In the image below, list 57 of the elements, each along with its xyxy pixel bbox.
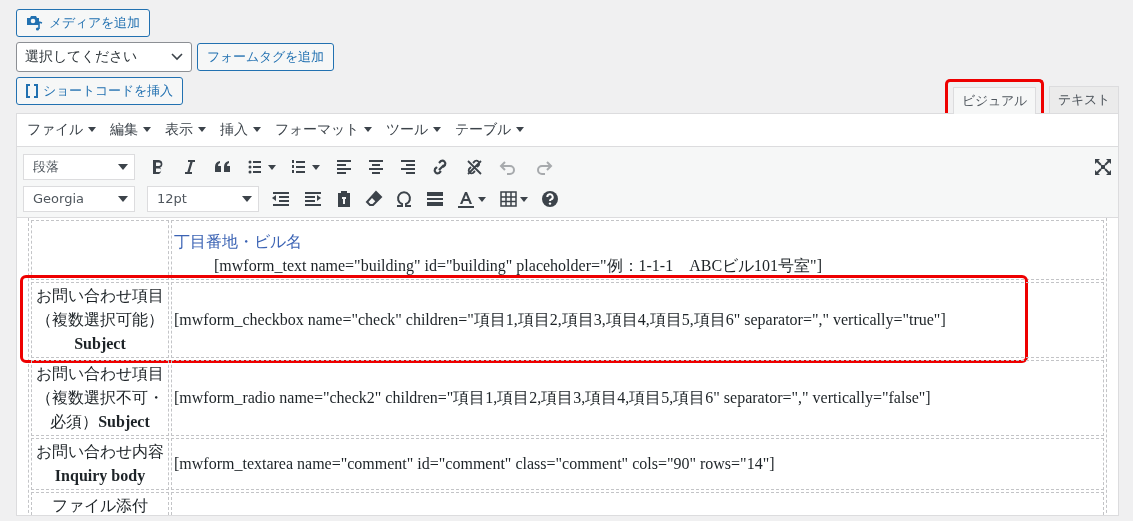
unlink-icon[interactable] bbox=[465, 157, 485, 176]
add-form-tag-button[interactable]: フォームタグを追加 bbox=[197, 43, 334, 71]
align-center-icon[interactable] bbox=[367, 157, 385, 176]
shortcode-text: [mwform_text name="building" id="building" placeholder="例：1-1-1 ABCビル101号室"] bbox=[213, 256, 823, 277]
menu-item[interactable]: 表示 bbox=[165, 121, 206, 139]
caret-icon bbox=[143, 127, 151, 133]
caret-icon bbox=[118, 195, 128, 202]
shortcode-text: [mwform_radio name="check2" children="項目1,項目2,項目3,項目4,項目5,項目6" separator="," vertically="false"] bbox=[174, 388, 932, 409]
shortcode-text: [mwform_checkbox name="check" children="項目1,項目2,項目3,項目4,項目5,項目6" separator="," vertically="true"] bbox=[174, 310, 947, 331]
media-icon bbox=[26, 15, 44, 31]
align-right-icon[interactable] bbox=[399, 157, 417, 176]
menu-item[interactable]: 挿入 bbox=[220, 121, 261, 139]
field-caption: 丁目番地・ビル名 bbox=[174, 232, 303, 252]
caret-icon bbox=[478, 196, 486, 202]
caret-icon bbox=[364, 127, 372, 133]
insert-shortcode-button[interactable]: ショートコードを挿入 bbox=[16, 77, 183, 105]
font-family-select[interactable]: Georgia bbox=[23, 185, 135, 212]
add-media-button[interactable]: メディアを追加 bbox=[16, 9, 150, 37]
caret-icon bbox=[268, 164, 276, 170]
help-icon[interactable] bbox=[541, 189, 559, 208]
caret-icon bbox=[312, 164, 320, 170]
font-size-select[interactable]: 12pt bbox=[147, 185, 259, 212]
field-label: お問い合わせ項目（複数選択不可・必須）Subject bbox=[36, 365, 164, 430]
caret-icon bbox=[118, 163, 128, 170]
eraser-icon[interactable] bbox=[365, 189, 383, 208]
menu-item[interactable]: テーブル bbox=[455, 121, 524, 139]
editor-tab[interactable]: ビジュアル bbox=[953, 87, 1036, 114]
horizontal-rule-icon[interactable] bbox=[425, 189, 445, 208]
field-label: お問い合わせ項目（複数選択可能）Subject bbox=[36, 287, 164, 352]
caret-icon bbox=[242, 195, 252, 202]
text-color-icon[interactable] bbox=[457, 189, 487, 208]
editor-tab[interactable]: テキスト bbox=[1049, 86, 1119, 113]
caret-icon bbox=[520, 196, 528, 202]
table-icon[interactable] bbox=[499, 189, 529, 208]
shortcode-text: [mwform_textarea name="comment" id="comment" class="comment" cols="90" rows="14"] bbox=[174, 454, 776, 474]
outdent-icon[interactable] bbox=[271, 189, 291, 208]
align-left-icon[interactable] bbox=[335, 157, 353, 176]
paragraph-format-select[interactable]: 段落 bbox=[23, 153, 135, 180]
menu-item[interactable]: フォーマット bbox=[275, 121, 372, 139]
numbered-list-icon[interactable] bbox=[291, 157, 321, 176]
clipboard-icon[interactable] bbox=[335, 189, 353, 208]
caret-icon bbox=[253, 127, 261, 133]
menu-item[interactable]: 編集 bbox=[110, 121, 151, 139]
menu-item[interactable]: ツール bbox=[386, 121, 441, 139]
caret-icon bbox=[516, 127, 524, 133]
omega-icon[interactable] bbox=[395, 189, 413, 208]
caret-icon bbox=[433, 127, 441, 133]
field-label: お問い合わせ内容Inquiry body bbox=[36, 443, 164, 484]
caret-icon bbox=[198, 127, 206, 133]
indent-icon[interactable] bbox=[303, 189, 323, 208]
brackets-icon bbox=[26, 84, 38, 98]
menu-item[interactable]: ファイル bbox=[27, 121, 96, 139]
caret-icon bbox=[88, 127, 96, 133]
form-select[interactable]: 選択してください bbox=[16, 42, 192, 72]
fullscreen-icon[interactable] bbox=[1094, 157, 1112, 176]
field-label: ファイル添付 bbox=[52, 497, 148, 514]
chevron-icon bbox=[171, 53, 183, 61]
